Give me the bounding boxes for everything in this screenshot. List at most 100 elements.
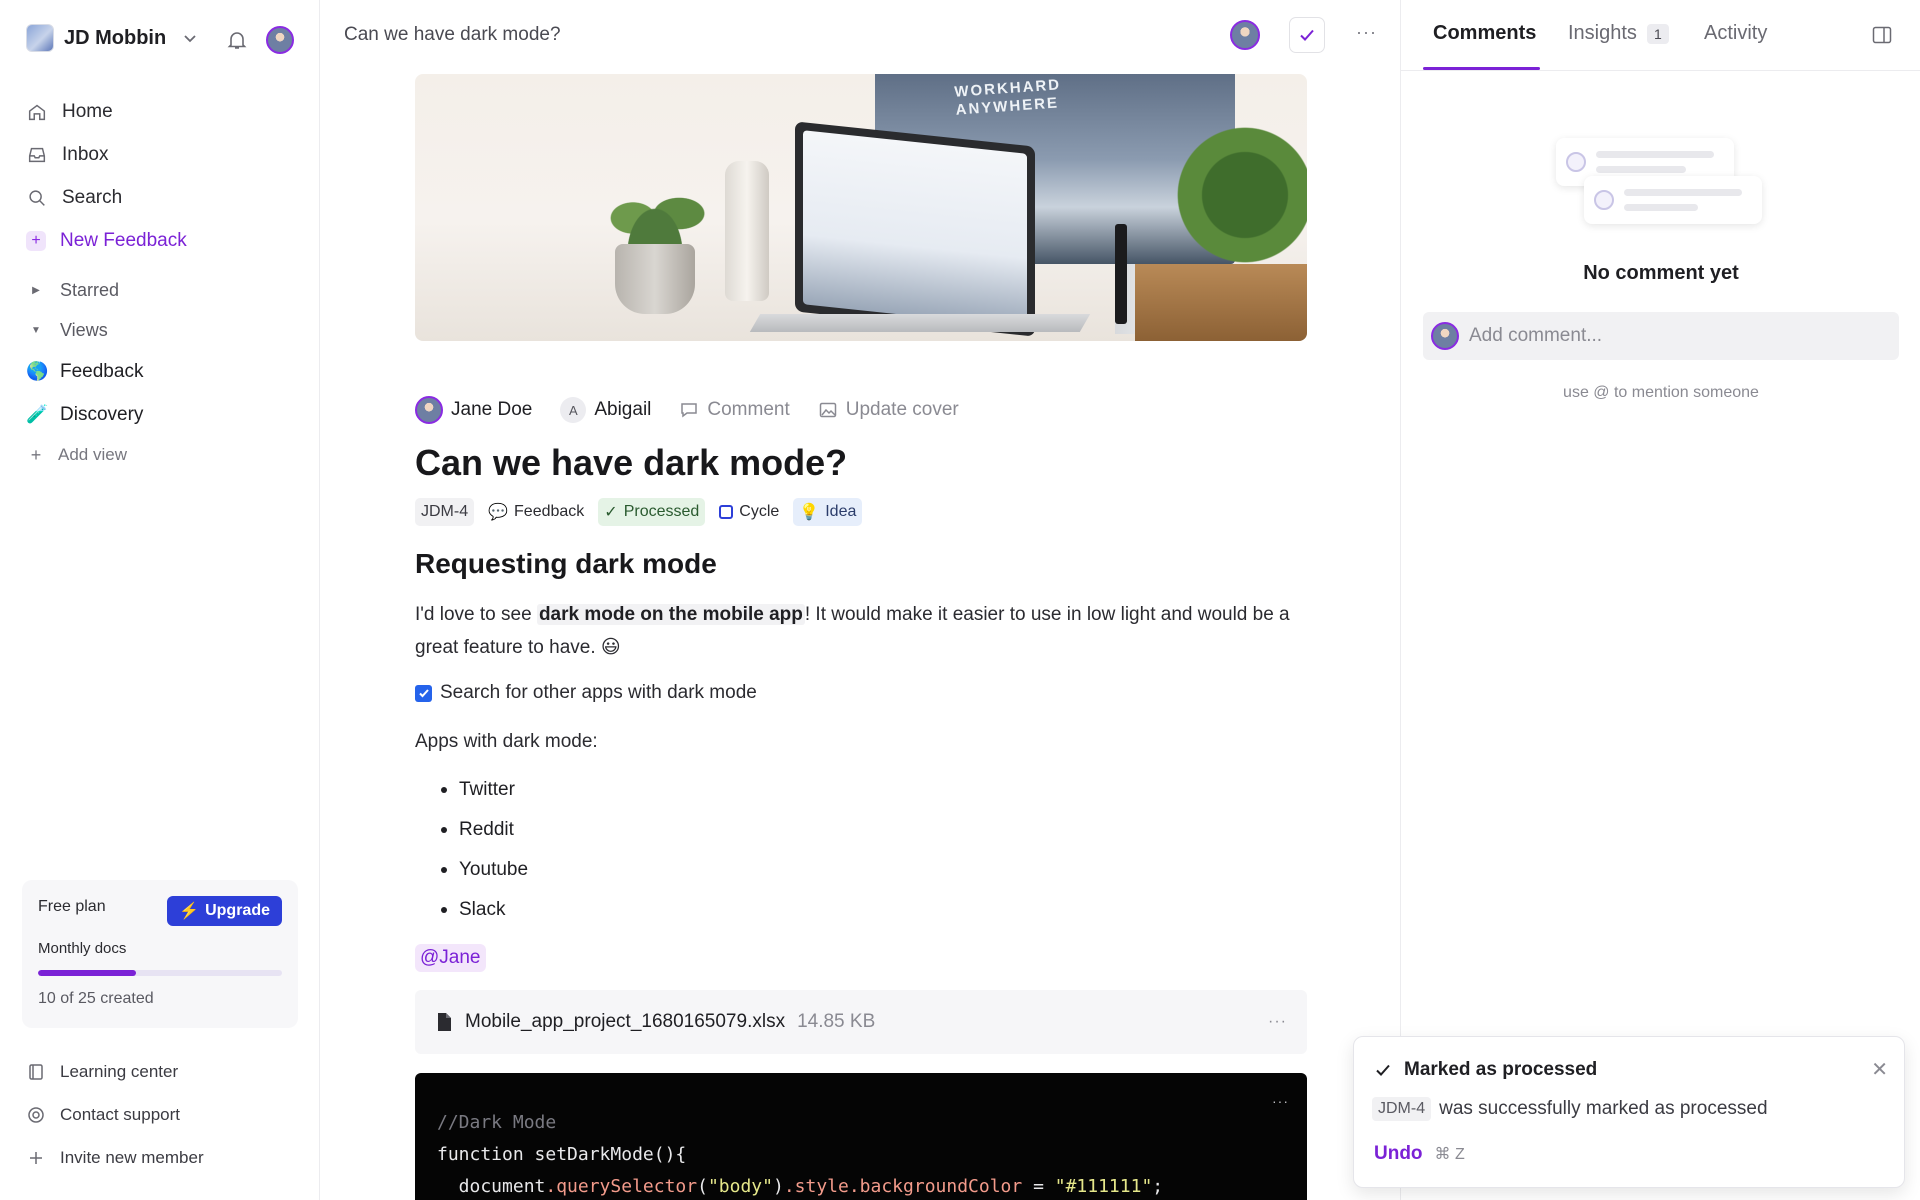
caret-down-icon: ▼ <box>31 324 41 336</box>
update-cover-button[interactable]: Update cover <box>818 399 959 421</box>
lightbulb-icon: 💡 <box>799 504 820 521</box>
plan-subtitle: Monthly docs <box>38 940 127 957</box>
code-block[interactable]: ··· //Dark Mode function setDarkMode(){ d… <box>415 1073 1307 1200</box>
apps-list: Twitter Reddit Youtube Slack <box>441 770 528 930</box>
list-item: Twitter <box>441 770 528 810</box>
cover-monitor-text: WORKHARD ANYWHERE <box>954 76 1063 119</box>
mention-hint: use @ to mention someone <box>1563 384 1759 401</box>
author-name: Jane Doe <box>451 399 533 420</box>
comment-input[interactable] <box>1469 325 1889 347</box>
tab-comments-label: Comments <box>1433 22 1537 44</box>
tab-activity-label: Activity <box>1704 22 1768 44</box>
upgrade-button[interactable]: ⚡ Upgrade <box>167 896 282 926</box>
view-feedback[interactable]: 🌎 Feedback <box>26 350 296 393</box>
contact-support-link[interactable]: Contact support <box>26 1093 296 1136</box>
nav-inbox[interactable]: Inbox <box>26 133 296 176</box>
section-views[interactable]: ▼ Views <box>26 310 296 350</box>
undo-button[interactable]: Undo <box>1374 1143 1423 1165</box>
type-tag[interactable]: 💬 Feedback <box>482 498 590 526</box>
code-more-button[interactable]: ··· <box>1272 1085 1289 1117</box>
mark-processed-button[interactable] <box>1289 17 1325 53</box>
more-options-button[interactable]: ··· <box>1356 22 1377 43</box>
cycle-tag[interactable]: Cycle <box>713 498 785 526</box>
section-starred-label: Starred <box>60 279 120 300</box>
nav-search[interactable]: Search <box>26 176 296 219</box>
doc-tags: JDM-4 💬 Feedback ✓ Processed Cycle 💡 Idea <box>415 498 863 526</box>
update-cover-label: Update cover <box>845 399 959 420</box>
toast-title: Marked as processed <box>1374 1059 1597 1081</box>
sidebar: JD Mobbin Home Inbox Search + New Feedba… <box>0 0 320 1200</box>
apps-label: Apps with dark mode: <box>415 731 598 752</box>
view-discovery-label: Discovery <box>60 403 144 425</box>
file-more-button[interactable]: ··· <box>1268 1013 1287 1031</box>
inbox-icon <box>28 147 46 162</box>
workspace-switcher[interactable]: JD Mobbin <box>26 24 198 52</box>
file-attachment[interactable]: Mobile_app_project_1680165079.xlsx 14.85… <box>415 990 1307 1054</box>
nav-home[interactable]: Home <box>26 90 296 133</box>
code-line-1: //Dark Mode <box>437 1112 557 1133</box>
assignee-avatar[interactable] <box>1230 20 1260 50</box>
doc-heading: Requesting dark mode <box>415 548 717 579</box>
cover-wood-box <box>1135 264 1307 341</box>
file-name: Mobile_app_project_1680165079.xlsx <box>465 1011 786 1032</box>
add-view-button[interactable]: + Add view <box>26 436 296 474</box>
main-nav: Home Inbox Search + New Feedback <box>26 90 296 262</box>
code-line-3-a: document <box>437 1176 546 1197</box>
toast-doc-id: JDM-4 <box>1372 1097 1432 1121</box>
learning-center-link[interactable]: Learning center <box>26 1050 296 1093</box>
assignee-chip[interactable]: A Abigail <box>560 397 651 423</box>
section-starred[interactable]: ▶ Starred <box>26 270 296 310</box>
collapse-panel-icon[interactable] <box>1871 24 1893 46</box>
sidebar-footer: Learning center Contact support Invite n… <box>26 1050 296 1179</box>
view-discovery[interactable]: 🧪 Discovery <box>26 393 296 436</box>
plus-icon: + <box>26 230 46 251</box>
code-line-3-c: ( <box>697 1176 708 1197</box>
label-tag[interactable]: 💡 Idea <box>793 498 863 526</box>
document-main: Can we have dark mode? ··· WORKHARD ANYW… <box>321 0 1401 1200</box>
learning-center-label: Learning center <box>60 1061 179 1081</box>
user-mention[interactable]: @Jane <box>415 944 486 972</box>
illustration-card <box>1584 176 1762 224</box>
invite-member-link[interactable]: Invite new member <box>26 1136 296 1179</box>
plus-icon: + <box>30 444 42 465</box>
cycle-tag-label: Cycle <box>739 503 780 520</box>
chevron-down-icon <box>184 35 196 43</box>
cover-laptop-screen <box>803 130 1027 328</box>
nav-new-feedback-label: New Feedback <box>60 229 187 251</box>
toast-title-text: Marked as processed <box>1404 1059 1598 1080</box>
sidebar-sections: ▶ Starred ▼ Views 🌎 Feedback 🧪 Discovery… <box>26 270 296 474</box>
tab-activity[interactable]: Activity <box>1704 22 1767 45</box>
undo-shortcut: ⌘ Z <box>1434 1146 1465 1163</box>
comment-composer[interactable] <box>1423 312 1899 360</box>
panel-tabs: Comments Insights 1 Activity <box>1401 0 1920 71</box>
nav-new-feedback[interactable]: + New Feedback <box>26 219 296 262</box>
label-tag-label: Idea <box>825 503 857 520</box>
user-avatar[interactable] <box>266 26 294 54</box>
code-line-3-f: .style.backgroundColor <box>783 1176 1023 1197</box>
close-icon[interactable]: ✕ <box>1871 1057 1888 1082</box>
image-icon <box>819 402 836 418</box>
doc-title[interactable]: Can we have dark mode? <box>415 442 847 484</box>
tab-insights[interactable]: Insights 1 <box>1568 22 1669 45</box>
doc-paragraph: I'd love to see dark mode on the mobile … <box>415 598 1315 664</box>
task-checkbox[interactable] <box>415 684 432 702</box>
assignee-name: Abigail <box>594 399 652 420</box>
code-line-3-h: "#111111" <box>1054 1176 1153 1197</box>
cover-bottle <box>725 161 769 301</box>
docs-progress-bar <box>38 970 282 976</box>
comment-button[interactable]: Comment <box>679 399 790 421</box>
status-tag-label: Processed <box>623 503 700 520</box>
comments-panel: Comments Insights 1 Activity No comment … <box>1400 0 1920 1200</box>
list-item: Reddit <box>441 810 528 850</box>
para-before: I'd love to see <box>415 604 537 625</box>
type-tag-label: Feedback <box>514 503 585 520</box>
tab-comments[interactable]: Comments <box>1433 22 1536 45</box>
author-chip[interactable]: Jane Doe <box>415 396 532 424</box>
file-size: 14.85 KB <box>797 1011 876 1032</box>
status-tag[interactable]: ✓ Processed <box>598 498 706 526</box>
doc-id-tag[interactable]: JDM-4 <box>415 498 475 526</box>
bell-icon[interactable] <box>225 28 249 52</box>
check-icon <box>418 689 429 698</box>
view-feedback-label: Feedback <box>60 360 144 382</box>
invite-member-label: Invite new member <box>60 1147 204 1167</box>
